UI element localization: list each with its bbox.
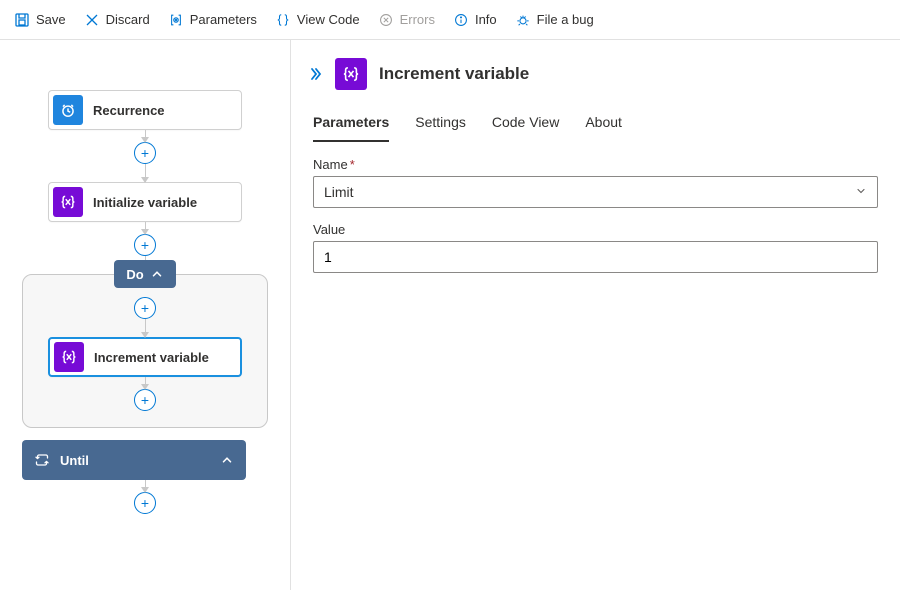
errors-label: Errors — [400, 12, 435, 27]
tab-code-view[interactable]: Code View — [492, 114, 559, 142]
tab-parameters[interactable]: Parameters — [313, 114, 389, 142]
connector — [145, 130, 146, 142]
node-recurrence-label: Recurrence — [93, 103, 165, 118]
variable-icon — [335, 58, 367, 90]
until-label: Until — [60, 453, 89, 468]
parameters-form: Name* Limit Value — [291, 143, 900, 287]
node-increment-variable[interactable]: Increment variable — [48, 337, 242, 377]
errors-icon — [378, 12, 394, 28]
panel-tabs: Parameters Settings Code View About — [291, 96, 900, 143]
panel-header: Increment variable — [291, 40, 900, 96]
name-value: Limit — [324, 184, 354, 200]
loop-body: + Increment variable + — [22, 274, 268, 428]
connector — [145, 480, 146, 492]
value-input[interactable] — [313, 241, 878, 273]
chevron-down-icon — [855, 184, 867, 200]
connector — [145, 164, 146, 182]
node-initialize-variable[interactable]: Initialize variable — [48, 182, 242, 222]
tab-settings[interactable]: Settings — [415, 114, 466, 142]
variable-icon — [54, 342, 84, 372]
clock-icon — [53, 95, 83, 125]
save-icon — [14, 12, 30, 28]
loop-icon — [34, 452, 50, 468]
parameters-button[interactable]: Parameters — [160, 7, 265, 33]
designer-canvas[interactable]: Recurrence + Initialize variable + — [0, 40, 290, 590]
value-field-label: Value — [313, 222, 878, 237]
save-label: Save — [36, 12, 66, 27]
errors-button: Errors — [370, 7, 443, 33]
name-dropdown[interactable]: Limit — [313, 176, 878, 208]
do-header[interactable]: Do — [114, 260, 176, 288]
collapse-panel-button[interactable] — [305, 64, 325, 84]
view-code-button[interactable]: View Code — [267, 7, 368, 33]
connector — [145, 319, 146, 337]
connector — [145, 377, 146, 389]
until-bar[interactable]: Until — [22, 440, 246, 480]
discard-button[interactable]: Discard — [76, 7, 158, 33]
connector — [145, 222, 146, 234]
tab-about[interactable]: About — [585, 114, 622, 142]
braces-icon — [275, 12, 291, 28]
chevron-up-icon — [220, 453, 234, 467]
discard-label: Discard — [106, 12, 150, 27]
chevron-up-icon — [150, 267, 164, 281]
info-button[interactable]: Info — [445, 7, 505, 33]
panel-title: Increment variable — [379, 64, 529, 84]
parameters-label: Parameters — [190, 12, 257, 27]
node-recurrence[interactable]: Recurrence — [48, 90, 242, 130]
details-panel: Increment variable Parameters Settings C… — [290, 40, 900, 590]
add-step-button[interactable]: + — [134, 142, 156, 164]
do-label: Do — [126, 267, 143, 282]
view-code-label: View Code — [297, 12, 360, 27]
parameters-icon — [168, 12, 184, 28]
add-step-button[interactable]: + — [134, 297, 156, 319]
bug-icon — [515, 12, 531, 28]
file-bug-button[interactable]: File a bug — [507, 7, 602, 33]
file-bug-label: File a bug — [537, 12, 594, 27]
add-step-button[interactable]: + — [134, 492, 156, 514]
workspace: Recurrence + Initialize variable + — [0, 40, 900, 590]
discard-icon — [84, 12, 100, 28]
add-step-button[interactable]: + — [134, 234, 156, 256]
save-button[interactable]: Save — [6, 7, 74, 33]
do-until-container: Do + Incremen — [22, 274, 268, 480]
variable-icon — [53, 187, 83, 217]
add-step-button[interactable]: + — [134, 389, 156, 411]
command-bar: Save Discard Parameters View Code Errors — [0, 0, 900, 40]
name-field-label: Name* — [313, 157, 878, 172]
info-label: Info — [475, 12, 497, 27]
info-icon — [453, 12, 469, 28]
node-increment-variable-label: Increment variable — [94, 350, 209, 365]
node-initialize-variable-label: Initialize variable — [93, 195, 197, 210]
